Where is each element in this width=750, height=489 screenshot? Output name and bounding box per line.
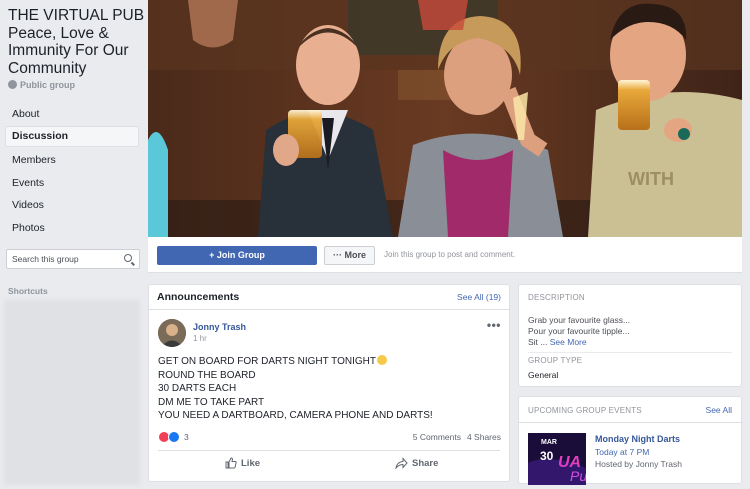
search-icon[interactable] [124,254,132,262]
post-line: YOU NEED A DARTBOARD, CAMERA PHONE AND D… [158,410,433,421]
share-arrow-icon [395,457,408,470]
join-bar: + Join Group ··· More Join this group to… [148,237,742,273]
description-card: DESCRIPTION Grab your favourite glass...… [518,284,742,387]
event-title[interactable]: Monday Night Darts [595,434,680,444]
shortcuts-heading: Shortcuts [8,286,48,296]
like-button[interactable]: Like [225,457,260,469]
comments-count-link[interactable]: 5 Comments [413,432,461,442]
description-line: Sit ... [528,337,548,347]
svg-text:WITH: WITH [628,169,674,189]
event-time: Today at 7 PM [595,447,650,457]
nav-photos[interactable]: Photos [5,218,139,239]
more-button[interactable]: ··· More [324,246,375,265]
upcoming-events-card: UPCOMING GROUP EVENTS See All UA Pu MAR … [518,396,742,485]
cover-photo-illustration: WITH [148,0,742,237]
nav-about[interactable]: About [5,104,139,125]
smile-emoji-icon [377,355,387,365]
like-reaction-icon [168,431,180,443]
thumbs-up-icon [225,457,237,469]
events-see-all-link[interactable]: See All [706,405,732,415]
share-label: Share [412,458,439,469]
description-line: Pour your favourite tipple... [528,326,630,336]
nav-events[interactable]: Events [5,173,139,194]
divider [149,309,509,310]
nav-discussion[interactable]: Discussion [5,126,139,147]
left-sidebar: THE VIRTUAL PUB Peace, Love & Immunity F… [0,0,146,489]
group-search-placeholder: Search this group [12,254,79,264]
upcoming-events-heading: UPCOMING GROUP EVENTS [528,406,642,415]
post-line: 30 DARTS EACH [158,383,237,394]
nav-members[interactable]: Members [5,150,139,171]
like-label: Like [241,458,261,469]
divider [519,422,741,423]
description-text: Grab your favourite glass... Pour your f… [528,315,630,348]
event-thumbnail[interactable]: UA Pu MAR 30 [528,433,586,485]
post-author[interactable]: Jonny Trash [193,322,246,332]
post-options-icon[interactable]: ••• [487,318,501,332]
divider [528,352,732,353]
post-line: DM ME TO TAKE PART [158,396,265,408]
shares-count-link[interactable]: 4 Shares [467,432,501,442]
post-line-text: GET ON BOARD FOR DARTS NIGHT TONIGHT [158,356,376,367]
engagement-counts: 5 Comments 4 Shares [413,432,501,442]
event-host: Hosted by Jonny Trash [595,459,682,469]
nav-videos[interactable]: Videos [5,195,139,216]
description-line-last: Sit ... See More [528,337,630,348]
post-timestamp[interactable]: 1 hr [193,334,207,343]
divider [158,450,500,451]
reaction-count: 3 [184,432,189,442]
event-thumb-month: MAR [541,439,557,446]
group-search-input[interactable]: Search this group [6,249,140,269]
globe-icon [8,80,17,89]
author-avatar[interactable] [158,319,186,347]
description-line: Grab your favourite glass... [528,315,631,325]
group-title[interactable]: THE VIRTUAL PUB Peace, Love & Immunity F… [8,7,146,77]
join-group-button[interactable]: + Join Group [157,246,317,265]
join-hint-text: Join this group to post and comment. [384,250,516,259]
cover-photo[interactable]: WITH [148,0,742,237]
post-line: ROUND THE BOARD [158,369,256,381]
post-line: GET ON BOARD FOR DARTS NIGHT TONIGHT [158,355,433,369]
announcements-see-all-link[interactable]: See All (19) [457,292,501,302]
description-heading: DESCRIPTION [528,293,585,302]
shortcuts-list-blurred [4,300,140,485]
share-button[interactable]: Share [395,457,439,470]
svg-text:Pu: Pu [570,468,586,484]
announcements-card: Announcements See All (19) Jonny Trash 1… [148,284,510,482]
group-type-heading: GROUP TYPE [528,356,583,365]
see-more-link[interactable]: See More [550,337,587,347]
avatar-image [158,319,186,347]
post-body: GET ON BOARD FOR DARTS NIGHT TONIGHT ROU… [158,355,433,423]
group-privacy-label: Public group [20,80,75,90]
event-thumbnail-art: UA Pu [528,433,586,485]
announcements-title: Announcements [157,291,240,303]
group-type-value: General [528,370,559,380]
group-privacy: Public group [8,80,75,90]
event-thumb-day: 30 [540,449,554,463]
